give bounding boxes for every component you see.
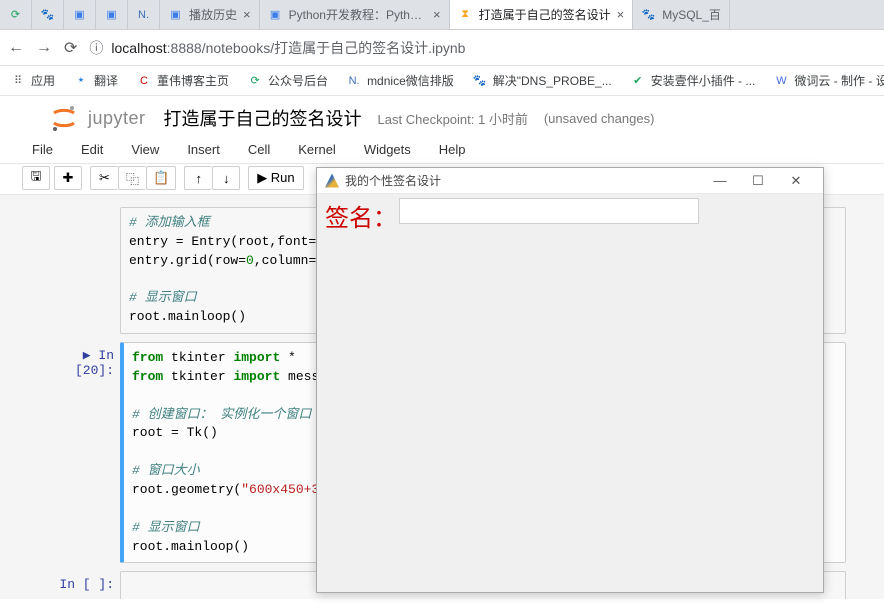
notebook-title[interactable]: 打造属于自己的签名设计 xyxy=(164,105,362,131)
bookmark-label: 解决"DNS_PROBE_... xyxy=(493,72,612,89)
browser-tab-strip: ⟳🐾▣▣N. ▣播放历史×▣Python开发教程：PythonGUI…×⧗打造属… xyxy=(0,0,884,30)
bookmark-item[interactable]: ✔ 安装壹伴小插件 - ... xyxy=(630,72,756,89)
checkpoint-text: Last Checkpoint: 1 小时前 xyxy=(378,109,528,128)
cell-prompt xyxy=(38,207,120,213)
tkinter-window: 我的个性签名设计 — ☐ ✕ 签名： xyxy=(316,167,824,593)
minimize-button[interactable]: — xyxy=(701,173,739,188)
menu-widgets[interactable]: Widgets xyxy=(364,142,411,157)
browser-tab[interactable]: ▣ 播放历史 × xyxy=(160,0,260,29)
cut-button[interactable]: ✂ xyxy=(90,166,118,190)
bookmark-item[interactable]: C 董伟博客主页 xyxy=(136,72,229,89)
mini-tab[interactable]: ▣ xyxy=(64,0,96,29)
mini-tab[interactable]: ▣ xyxy=(96,0,128,29)
tab-close-icon[interactable]: × xyxy=(243,7,251,22)
tk-label-signature: 签名： xyxy=(325,198,397,233)
unsaved-text: (unsaved changes) xyxy=(544,111,655,126)
bookmark-label: 公众号后台 xyxy=(268,72,328,89)
tk-body: 签名： xyxy=(317,194,823,237)
mini-tab[interactable]: ⟳ xyxy=(0,0,32,29)
address-bar: ← → ⟳ ⓘ localhost:8888/notebooks/打造属于自己的… xyxy=(0,30,884,66)
url-path: /notebooks/打造属于自己的签名设计.ipynb xyxy=(202,40,466,56)
bookmark-label: 微词云 - 制作 - 设... xyxy=(794,72,884,89)
copy-button[interactable]: ⿻ xyxy=(118,166,146,190)
bookmark-favicon-icon: C xyxy=(136,73,152,89)
url-box[interactable]: ⓘ localhost:8888/notebooks/打造属于自己的签名设计.i… xyxy=(89,38,876,58)
tab-favicon-icon: ▣ xyxy=(268,7,283,22)
bookmark-item[interactable]: N. mdnice微信排版 xyxy=(346,72,454,89)
close-button[interactable]: ✕ xyxy=(777,173,815,189)
save-button[interactable]: 🖫 xyxy=(22,166,50,190)
maximize-button[interactable]: ☐ xyxy=(739,173,777,189)
browser-tab[interactable]: ⧗ 打造属于自己的签名设计 × xyxy=(450,0,634,29)
bookmark-favicon-icon: ⭑ xyxy=(73,73,89,89)
menu-cell[interactable]: Cell xyxy=(248,142,270,157)
menu-help[interactable]: Help xyxy=(439,142,466,157)
bookmark-item[interactable]: ⠿ 应用 xyxy=(10,72,55,89)
tk-window-title: 我的个性签名设计 xyxy=(345,172,701,189)
bookmark-favicon-icon: 🐾 xyxy=(472,73,488,89)
cell-prompt: In [ ]: xyxy=(38,571,120,592)
cell-prompt: ▶ In [20]: xyxy=(38,342,120,378)
tk-titlebar[interactable]: 我的个性签名设计 — ☐ ✕ xyxy=(317,168,823,194)
mini-tab[interactable]: 🐾 xyxy=(32,0,64,29)
tab-favicon-icon: ⧗ xyxy=(458,7,473,22)
forward-button[interactable]: → xyxy=(36,39,52,57)
menu-view[interactable]: View xyxy=(131,142,159,157)
add-cell-button[interactable]: ✚ xyxy=(54,166,82,190)
reload-button[interactable]: ⟳ xyxy=(64,38,77,58)
menu-kernel[interactable]: Kernel xyxy=(298,142,336,157)
bookmark-label: 翻译 xyxy=(94,72,118,89)
bookmark-label: 安装壹伴小插件 - ... xyxy=(651,72,756,89)
bookmark-favicon-icon: N. xyxy=(346,73,362,89)
tab-close-icon[interactable]: × xyxy=(617,7,625,22)
bookmark-item[interactable]: 🐾 解决"DNS_PROBE_... xyxy=(472,72,612,89)
jupyter-menubar: File Edit View Insert Cell Kernel Widgets Help xyxy=(0,136,884,163)
bookmark-item[interactable]: ⭑ 翻译 xyxy=(73,72,118,89)
bookmark-favicon-icon: ⟳ xyxy=(247,73,263,89)
browser-tab[interactable]: 🐾 MySQL_百 xyxy=(633,0,730,29)
tab-close-icon[interactable]: × xyxy=(433,7,441,22)
tab-title: MySQL_百 xyxy=(662,6,721,23)
tk-feather-icon xyxy=(325,174,339,188)
bookmark-item[interactable]: W 微词云 - 制作 - 设... xyxy=(773,72,884,89)
paste-button[interactable]: 📋 xyxy=(146,166,176,190)
url-host: localhost xyxy=(111,40,166,56)
menu-file[interactable]: File xyxy=(32,142,53,157)
jupyter-logo-icon xyxy=(50,104,78,132)
bookmark-favicon-icon: ✔ xyxy=(630,73,646,89)
jupyter-header: jupyter 打造属于自己的签名设计 Last Checkpoint: 1 小… xyxy=(0,96,884,136)
move-down-button[interactable]: ↓ xyxy=(212,166,240,190)
tab-title: 播放历史 xyxy=(189,6,237,23)
bookmark-label: mdnice微信排版 xyxy=(367,72,454,89)
menu-insert[interactable]: Insert xyxy=(187,142,220,157)
tk-entry-signature[interactable] xyxy=(399,198,699,224)
bookmarks-bar: ⠿ 应用 ⭑ 翻译 C 董伟博客主页 ⟳ 公众号后台 N. mdnice微信排版 🐾 解决"DNS_P… xyxy=(0,66,884,96)
url-port: :8888 xyxy=(167,40,202,56)
jupyter-brand: jupyter xyxy=(88,108,146,129)
tab-favicon-icon: ▣ xyxy=(168,7,183,22)
tab-title: Python开发教程：PythonGUI… xyxy=(289,6,427,23)
bookmark-label: 董伟博客主页 xyxy=(157,72,229,89)
info-icon[interactable]: ⓘ xyxy=(89,38,103,58)
menu-edit[interactable]: Edit xyxy=(81,142,103,157)
back-button[interactable]: ← xyxy=(8,39,24,57)
mini-tab[interactable]: N. xyxy=(128,0,160,29)
tab-favicon-icon: 🐾 xyxy=(641,7,656,22)
bookmark-favicon-icon: W xyxy=(773,73,789,89)
bookmark-item[interactable]: ⟳ 公众号后台 xyxy=(247,72,328,89)
bookmark-favicon-icon: ⠿ xyxy=(10,73,26,89)
tab-title: 打造属于自己的签名设计 xyxy=(479,6,611,23)
browser-tab[interactable]: ▣ Python开发教程：PythonGUI… × xyxy=(260,0,450,29)
mini-tabs: ⟳🐾▣▣N. xyxy=(0,0,160,29)
move-up-button[interactable]: ↑ xyxy=(184,166,212,190)
bookmark-label: 应用 xyxy=(31,72,55,89)
full-tabs: ▣ 播放历史 × ▣ Python开发教程：PythonGUI… × ⧗ 打造属于自己的签名设… xyxy=(160,0,884,29)
run-button[interactable]: ▶ Run xyxy=(248,166,303,190)
